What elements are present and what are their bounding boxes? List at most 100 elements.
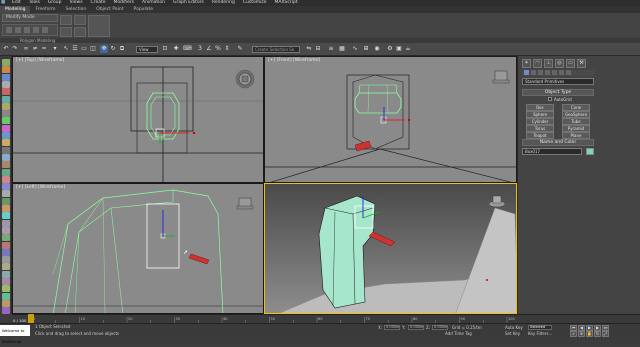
curve-editor-icon[interactable]: ∿ (351, 45, 359, 53)
scene-tool-icon[interactable] (2, 248, 10, 256)
timeline[interactable]: 0 10 20 30 40 50 60 70 80 90 100 0 / 100 (12, 314, 517, 324)
create-geosphere-button[interactable]: GeoSphere (562, 111, 590, 118)
select-manipulate-icon[interactable]: ✚ (172, 45, 180, 53)
link-icon[interactable]: ∞ (22, 45, 30, 53)
vertex-icon[interactable] (6, 27, 12, 33)
utilities-tab-icon[interactable]: ⚒ (577, 59, 586, 68)
scene-tool-icon[interactable] (2, 168, 10, 176)
window-crossing-icon[interactable]: ◫ (89, 45, 97, 53)
scene-tool-icon[interactable] (2, 183, 10, 191)
viewport-front[interactable]: [+] [Front] [Wireframe] (264, 56, 517, 183)
scene-tool-icon[interactable] (2, 278, 10, 285)
ribbon-tab-populate[interactable]: Populate (129, 6, 159, 13)
create-tab-icon[interactable]: ✶ (522, 59, 531, 68)
scene-tool-icon[interactable] (2, 219, 10, 227)
scene-tool-icon[interactable] (2, 88, 10, 96)
spinner-snap-icon[interactable]: ⇕ (223, 45, 231, 53)
setkey-button[interactable]: Set Key (505, 331, 520, 336)
snaps-toggle-icon[interactable]: 3 (196, 45, 204, 53)
ribbon-button-1[interactable] (60, 15, 72, 25)
undo-icon[interactable]: ↶ (2, 45, 10, 53)
scene-tool-icon[interactable] (2, 80, 10, 88)
viewport-top[interactable]: [+] [Top] [Wireframe] (12, 56, 264, 183)
shapes-icon[interactable] (531, 70, 536, 75)
scene-tool-icon[interactable] (2, 124, 10, 132)
scene-tool-icon[interactable] (2, 117, 10, 125)
create-torus-button[interactable]: Torus (526, 125, 554, 132)
pivot-center-icon[interactable]: ⊡ (161, 45, 169, 53)
scene-tool-icon[interactable] (2, 299, 10, 307)
scene-tool-icon[interactable] (2, 102, 10, 110)
scene-tool-icon[interactable] (2, 190, 10, 198)
scene-tool-icon[interactable] (2, 110, 10, 118)
scene-tool-icon[interactable] (2, 256, 10, 264)
select-rotate-icon[interactable]: ↻ (109, 45, 117, 53)
ribbon-button-4[interactable] (74, 27, 86, 37)
create-tube-button[interactable]: Tube (562, 118, 590, 125)
bind-spacewarp-icon[interactable]: ≈ (40, 45, 48, 53)
hierarchy-tab-icon[interactable]: ⊥ (544, 59, 553, 68)
select-scale-icon[interactable]: ⧉ (118, 45, 126, 53)
autogrid-check-icon[interactable] (548, 97, 552, 101)
mirror-icon[interactable]: ⇋ (305, 45, 313, 53)
ribbon-tab-selection[interactable]: Selection (61, 6, 92, 13)
unlink-icon[interactable]: ≠ (31, 45, 39, 53)
create-sphere-button[interactable]: Sphere (526, 111, 554, 118)
edit-named-selection-icon[interactable]: ✎ (236, 45, 244, 53)
motion-tab-icon[interactable]: ◎ (555, 59, 564, 68)
primitive-category-dropdown[interactable]: Standard Primitives (522, 78, 594, 85)
object-color-swatch[interactable] (586, 148, 594, 155)
reference-coordinate-dropdown[interactable]: View (136, 46, 158, 53)
scene-tool-icon[interactable] (2, 161, 10, 169)
element-icon[interactable] (42, 27, 48, 33)
scene-tool-icon[interactable] (2, 175, 10, 183)
spacewarps-icon[interactable] (559, 70, 564, 75)
scene-tool-icon[interactable] (2, 285, 10, 293)
scene-tool-icon[interactable] (2, 234, 10, 242)
polygon-icon[interactable] (33, 27, 39, 33)
scene-tool-icon[interactable] (2, 95, 10, 103)
scene-tool-icon[interactable] (2, 205, 10, 212)
z-coordinate-field[interactable]: 0.000m (432, 325, 448, 330)
ribbon-button-3[interactable] (60, 27, 72, 37)
select-object-icon[interactable]: ↖ (62, 45, 70, 53)
key-filters-button[interactable]: Key Filters... (528, 331, 552, 336)
zoom-all-icon[interactable]: ⊕ (578, 331, 585, 337)
modify-tab-icon[interactable]: ◠ (533, 59, 542, 68)
pan-icon[interactable]: ✋ (586, 331, 593, 337)
y-coordinate-field[interactable]: 0.000m (408, 325, 424, 330)
create-teapot-button[interactable]: Teapot (526, 132, 554, 139)
autogrid-checkbox[interactable]: AutoGrid (548, 97, 588, 103)
x-coordinate-field[interactable]: 0.000m (384, 325, 400, 330)
graphite-toggle-icon[interactable]: ▦ (338, 45, 346, 53)
create-cone-button[interactable]: Cone (562, 104, 590, 111)
orbit-icon[interactable]: ↻ (594, 331, 601, 337)
autokey-button[interactable]: Auto Key (505, 325, 523, 330)
rect-selection-icon[interactable]: ▭ (80, 45, 88, 53)
ribbon-tab-modeling[interactable]: Modeling (0, 6, 31, 13)
rendered-frame-icon[interactable]: ▣ (395, 45, 403, 53)
scene-tool-icon[interactable] (2, 241, 10, 249)
scene-tool-icon[interactable] (2, 146, 10, 154)
selection-filter-icon[interactable]: ▾ (51, 45, 59, 53)
scene-tool-icon[interactable] (2, 212, 10, 220)
create-pyramid-button[interactable]: Pyramid (562, 125, 590, 132)
scene-tool-icon[interactable] (2, 59, 10, 66)
time-slider[interactable] (28, 314, 34, 323)
render-production-icon[interactable]: ☕ (404, 45, 412, 53)
create-plane-button[interactable]: Plane (562, 132, 590, 139)
keyboard-shortcut-icon[interactable]: ⌨ (183, 45, 192, 53)
angle-snap-icon[interactable]: ∠ (205, 45, 213, 53)
autokey-mode-dropdown[interactable]: Selected (528, 325, 552, 330)
create-cylinder-button[interactable]: Cylinder (526, 118, 554, 125)
helpers-icon[interactable] (552, 70, 557, 75)
ribbon-large-button[interactable] (88, 15, 110, 37)
scene-tool-icon[interactable] (2, 73, 10, 81)
maxscript-listener[interactable]: Welcome to MAXScript (0, 325, 30, 344)
schematic-view-icon[interactable]: ⊞ (362, 45, 370, 53)
create-box-button[interactable]: Box (526, 104, 554, 111)
align-icon[interactable]: ⊟ (314, 45, 322, 53)
lights-icon[interactable] (538, 70, 543, 75)
ribbon-tab-object-paint[interactable]: Object Paint (91, 6, 128, 13)
zoom-icon[interactable]: ⌕ (570, 331, 577, 337)
